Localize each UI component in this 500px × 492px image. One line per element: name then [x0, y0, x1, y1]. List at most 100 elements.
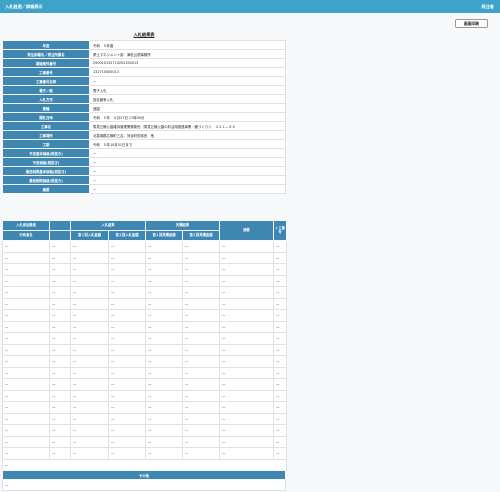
table-cell: — [49, 274, 71, 287]
table-cell: — [49, 435, 71, 448]
page-title: 入札経過／詳細表示 [5, 4, 43, 9]
table-cell: — [219, 309, 274, 322]
print-screen-button[interactable]: 画面印刷 [455, 19, 488, 28]
info-label: 工期 [2, 139, 90, 149]
table-cell: — [273, 320, 287, 333]
table-cell: — [273, 240, 287, 253]
table-cell: — [70, 401, 109, 414]
table-cell: — [145, 447, 183, 460]
table-cell: — [2, 412, 50, 425]
table-cell: — [219, 378, 274, 391]
table-cell: — [108, 355, 146, 368]
table-row: — — — — — — — — [2, 309, 287, 322]
info-label: 工事名 [2, 121, 90, 131]
info-label: 年度 [2, 40, 90, 50]
table-cell: — [182, 366, 220, 379]
table-cell: — [2, 355, 50, 368]
table-cell: — [219, 343, 274, 356]
info-value: — [89, 157, 286, 167]
info-label: 最低制限価格(税抜き) [2, 175, 90, 185]
info-row: 調達案件番号 290010132710202330013 [2, 58, 286, 68]
table-cell: — [182, 297, 220, 310]
info-label: 工事場所 [2, 130, 90, 140]
info-value: 290010132710202330013 [89, 58, 286, 68]
table-cell: — [70, 389, 109, 402]
table-cell: — [70, 251, 109, 264]
table-cell: — [2, 378, 50, 391]
info-row: 工期 令和 ５年10月31日まで [2, 139, 286, 149]
table-cell: — [108, 332, 146, 345]
info-row: 工事番号 132710505013 [2, 67, 286, 77]
table-cell: — [108, 343, 146, 356]
info-value: 指名競争入札 [89, 94, 286, 104]
orderer-label: 発注者 [481, 4, 494, 9]
table-cell: — [108, 412, 146, 425]
table-cell: — [219, 286, 274, 299]
table-row: — — — — — — — — [2, 447, 287, 460]
first-quote-header: 第１回見積金額 [145, 230, 183, 241]
table-cell: — [219, 401, 274, 414]
table-cell: — [49, 355, 71, 368]
other-table: その他 — [2, 470, 286, 491]
table-cell: — [2, 297, 50, 310]
info-value: 令和 ５年 ６月27日 17時30分 [89, 112, 286, 122]
table-cell: — [70, 378, 109, 391]
table-cell: — [108, 320, 146, 333]
table-cell: — [273, 424, 287, 437]
table-cell: — [49, 320, 71, 333]
table-cell: — [145, 378, 183, 391]
bid-table-footer: — [2, 458, 287, 471]
table-row: — — — — — — — — [2, 332, 287, 345]
table-cell: — [219, 424, 274, 437]
table-cell: — [49, 412, 71, 425]
table-cell: — [2, 251, 50, 264]
info-label: 業種 [2, 103, 90, 113]
table-cell: — [145, 412, 183, 425]
info-value: 令和 ５年10月31日まで [89, 139, 286, 149]
table-cell: — [108, 309, 146, 322]
company-header: 行政者名 [2, 230, 50, 241]
table-cell: — [219, 274, 274, 287]
table-cell: — [273, 435, 287, 448]
table-cell: — [219, 320, 274, 333]
table-row: — — — — — — — — [2, 355, 287, 368]
info-row: 電子／紙 電子入札 [2, 85, 286, 95]
info-label: 工事番号 [2, 67, 90, 77]
table-cell: — [2, 447, 50, 460]
table-cell: — [273, 274, 287, 287]
table-cell: — [273, 309, 287, 322]
table-row: — — — — — — — — [2, 240, 287, 253]
table-cell: — [182, 286, 220, 299]
table-cell: — [2, 343, 50, 356]
info-label: 電子／紙 [2, 85, 90, 95]
table-cell: — [108, 366, 146, 379]
table-cell: — [145, 401, 183, 414]
table-cell: — [273, 332, 287, 345]
table-cell: — [108, 263, 146, 276]
table-row: — — — — — — — — [2, 263, 287, 276]
info-value: — [89, 166, 286, 176]
table-cell: — [2, 366, 50, 379]
table-cell: — [273, 251, 287, 264]
table-cell: — [219, 355, 274, 368]
info-value: 造園 [89, 103, 286, 113]
table-cell: — [70, 355, 109, 368]
table-cell: — [145, 366, 183, 379]
info-value: 県土マネジメント部 津松山関事務所 [89, 49, 286, 59]
table-cell: — [182, 424, 220, 437]
table-cell: — [182, 401, 220, 414]
lottery-number-header: くじ番号 [273, 220, 287, 241]
table-cell: — [70, 424, 109, 437]
table-cell: — [182, 343, 220, 356]
table-row: — — — — — — — — [2, 274, 287, 287]
table-cell: — [108, 401, 146, 414]
table-row: — — — — — — — — [2, 297, 287, 310]
table-cell: — [108, 274, 146, 287]
table-cell: — [2, 263, 50, 276]
info-label: 発注部署名／発注所属名 [2, 49, 90, 59]
table-row: — — — — — — — — [2, 378, 287, 391]
table-cell: — [273, 343, 287, 356]
table-cell: — [182, 274, 220, 287]
table-cell: — [2, 240, 50, 253]
table-cell: — [145, 389, 183, 402]
